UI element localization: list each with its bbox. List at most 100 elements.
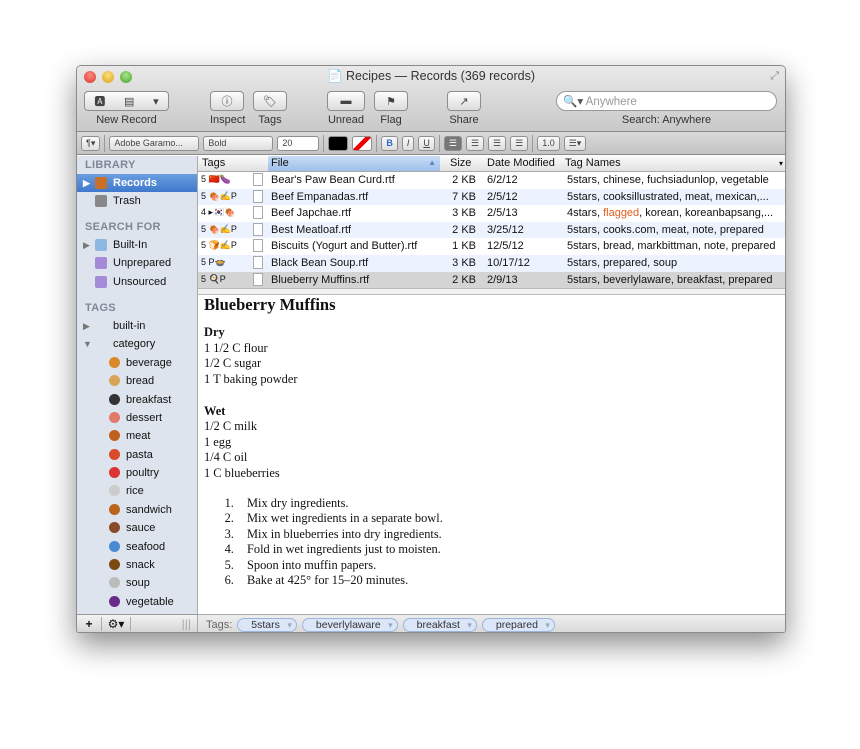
text-color-well[interactable] bbox=[328, 135, 349, 151]
sidebar-item-built-in[interactable]: ▶ Built-In bbox=[77, 236, 197, 254]
sidebar-item-label: built-in bbox=[113, 319, 146, 332]
sidebar-tag-soup[interactable]: soup bbox=[77, 574, 197, 592]
sidebar-item-unprepared[interactable]: Unprepared bbox=[77, 254, 197, 272]
unread-icon: ▬ bbox=[340, 95, 352, 107]
sidebar-item-label: Trash bbox=[113, 195, 141, 208]
sidebar-tag-rice[interactable]: rice bbox=[77, 482, 197, 500]
sidebar-tag-meat[interactable]: meat bbox=[77, 427, 197, 445]
splitter[interactable] bbox=[198, 288, 785, 296]
sidebar-item-label: Built-In bbox=[113, 238, 148, 251]
tag-names: 5stars, beverlylaware, breakfast, prepar… bbox=[567, 274, 772, 286]
table-row[interactable]: 5 🇨🇳🍆 Bear's Paw Bean Curd.rtf 2 KB 6/2/12 5… bbox=[198, 172, 785, 189]
table-row[interactable]: 5 P🍲 Black Bean Soup.rtf 3 KB 10/17/12 5star… bbox=[198, 254, 785, 272]
tag-names-text: 5stars, bread, markbittman, note, prepar… bbox=[567, 240, 776, 253]
sidebar-tag-sauce[interactable]: sauce bbox=[77, 519, 197, 537]
align-right-button[interactable]: ☰ bbox=[488, 135, 507, 151]
table-row[interactable]: 5 🍖✍P Best Meatloaf.rtf 2 KB 3/25/12 5stars,… bbox=[198, 221, 785, 239]
table-row[interactable]: 5 🍞✍P Biscuits (Yogurt and Butter).rtf 1 K… bbox=[198, 238, 785, 255]
disclosure-triangle[interactable]: ▶ bbox=[83, 174, 90, 192]
font-style-select[interactable]: Bold bbox=[203, 135, 274, 151]
tags-button[interactable]: 🏷 Tags bbox=[253, 91, 287, 126]
share-button[interactable]: ↗ Share bbox=[447, 91, 481, 126]
table-row[interactable]: 5 🍳P Blueberry Muffins.rtf 2 KB 2/9/13 5star… bbox=[198, 271, 785, 289]
table-row[interactable]: 5 🍖✍P Beef Empanadas.rtf 7 KB 2/5/12 5stars,… bbox=[198, 188, 785, 206]
sidebar-item-records[interactable]: ▶ Records bbox=[77, 174, 197, 193]
italic-button[interactable]: I bbox=[401, 135, 415, 151]
underline-button[interactable]: U bbox=[418, 135, 435, 151]
resize-handle[interactable]: ||| bbox=[182, 617, 191, 631]
tag-token[interactable]: beverlylaware bbox=[301, 617, 398, 632]
sidebar-tag-group-category[interactable]: ▼ category bbox=[77, 335, 197, 353]
sidebar-tag-sandwich[interactable]: sandwich bbox=[77, 501, 197, 519]
sidebar-tag-vegetable[interactable]: vegetable bbox=[77, 593, 197, 611]
column-header-tag-names[interactable]: Tag Names bbox=[565, 157, 621, 169]
sidebar-tag-poultry[interactable]: poultry bbox=[77, 464, 197, 482]
disclosure-triangle[interactable]: ▶ bbox=[83, 317, 90, 335]
tag-token[interactable]: prepared bbox=[481, 617, 555, 632]
justify-button[interactable]: ☰ bbox=[510, 135, 529, 151]
align-center-button[interactable]: ☰ bbox=[465, 135, 485, 151]
sort-ascending-icon: ▲ bbox=[428, 158, 436, 167]
column-header-tags[interactable]: Tags bbox=[202, 157, 225, 169]
search-for-header: SEARCH FOR bbox=[85, 220, 161, 233]
sidebar-tag-group-built-in[interactable]: ▶ built-in bbox=[77, 317, 197, 335]
sidebar-item-label: poultry bbox=[126, 467, 160, 480]
bold-button[interactable]: B bbox=[381, 135, 398, 151]
fullscreen-icon[interactable]: ⤢ bbox=[770, 70, 779, 83]
document-icon: 📄 bbox=[326, 69, 347, 83]
unread-button[interactable]: ▬ Unread bbox=[327, 91, 365, 126]
font-size-combo[interactable]: 20 bbox=[277, 135, 320, 151]
row-tag-icons: 5 🍞✍P bbox=[201, 240, 237, 251]
background-color-well[interactable] bbox=[352, 135, 373, 151]
font-family-select[interactable]: Adobe Garamo... bbox=[109, 135, 200, 151]
search-input[interactable]: 🔍▾ Anywhere bbox=[556, 91, 777, 111]
table-row[interactable]: 4 ▸🇰🇷🍖 Beef Japchae.rtf 3 KB 2/5/13 4stars, … bbox=[198, 205, 785, 222]
align-left-button[interactable]: ☰ bbox=[443, 135, 462, 151]
sidebar-item-trash[interactable]: Trash bbox=[77, 192, 197, 210]
rtf-file-icon bbox=[253, 239, 263, 253]
sidebar-tag-breakfast[interactable]: breakfast bbox=[77, 391, 197, 409]
document-editor[interactable]: Blueberry Muffins Dry 1 1/2 C flour 1/2 C… bbox=[198, 295, 785, 615]
gear-menu-button[interactable]: ⚙▾ bbox=[101, 617, 131, 631]
file-name: Best Meatloaf.rtf bbox=[271, 223, 352, 236]
flag-label: Flag bbox=[380, 114, 402, 126]
disclosure-triangle-open[interactable]: ▼ bbox=[83, 335, 92, 353]
sidebar-tag-bread[interactable]: bread bbox=[77, 372, 197, 390]
tag-token[interactable]: breakfast bbox=[402, 617, 477, 632]
tag-names: 4stars, flagged, korean, koreanbapsang,.… bbox=[567, 207, 773, 219]
sidebar-item-label: breakfast bbox=[126, 393, 172, 406]
column-header-size[interactable]: Size bbox=[450, 157, 471, 169]
tag-names: 5stars, prepared, soup bbox=[567, 257, 677, 269]
tag-token[interactable]: 5stars bbox=[237, 617, 297, 632]
flag-button[interactable]: ⚑ Flag bbox=[374, 91, 408, 126]
sidebar-tag-beverage[interactable]: beverage bbox=[77, 354, 197, 372]
line-spacing-select[interactable]: 1.0 bbox=[537, 135, 560, 151]
date-modified: 10/17/12 bbox=[487, 256, 530, 269]
file-name: Bear's Paw Bean Curd.rtf bbox=[271, 174, 395, 186]
new-record-button[interactable]: 🅰 ▤ ▾ New Record bbox=[84, 91, 169, 126]
sidebar-tag-pasta[interactable]: pasta bbox=[77, 446, 197, 464]
add-button[interactable]: + bbox=[77, 617, 101, 631]
sidebar-tag-snack[interactable]: snack bbox=[77, 556, 197, 574]
list-style-button[interactable]: ☰▾ bbox=[563, 135, 587, 151]
tag-names-text: 5stars, chinese, fuchsiadunlop, vegetabl… bbox=[567, 174, 769, 186]
bread-icon bbox=[109, 375, 120, 387]
inspect-button[interactable]: ⓘ Inspect bbox=[210, 91, 245, 126]
titlebar-toolbar: 📄 Recipes — Records (369 records) ⤢ 🅰 ▤ ▾ N… bbox=[77, 66, 785, 132]
column-header-date-modified[interactable]: Date Modified bbox=[487, 157, 555, 169]
tags-label: Tags: bbox=[206, 618, 233, 631]
paragraph-style-button[interactable]: ¶▾ bbox=[81, 135, 101, 151]
column-menu-icon[interactable]: ▾ bbox=[779, 159, 783, 168]
sidebar-item-unsourced[interactable]: Unsourced bbox=[77, 273, 197, 291]
sidebar-tag-dessert[interactable]: dessert bbox=[77, 409, 197, 427]
poultry-icon bbox=[109, 467, 120, 479]
row-tag-icons: 5 🍖✍P bbox=[201, 190, 237, 201]
disclosure-triangle[interactable]: ▶ bbox=[83, 236, 90, 254]
column-header-file[interactable]: File ▲ bbox=[268, 156, 440, 171]
tag-names: 5stars, chinese, fuchsiadunlop, vegetabl… bbox=[567, 174, 769, 186]
section-heading: Dry bbox=[204, 325, 225, 340]
date-modified: 3/25/12 bbox=[487, 223, 524, 236]
pasta-icon bbox=[109, 448, 120, 460]
sidebar-item-label: Unsourced bbox=[113, 275, 167, 288]
sidebar-tag-seafood[interactable]: seafood bbox=[77, 538, 197, 556]
